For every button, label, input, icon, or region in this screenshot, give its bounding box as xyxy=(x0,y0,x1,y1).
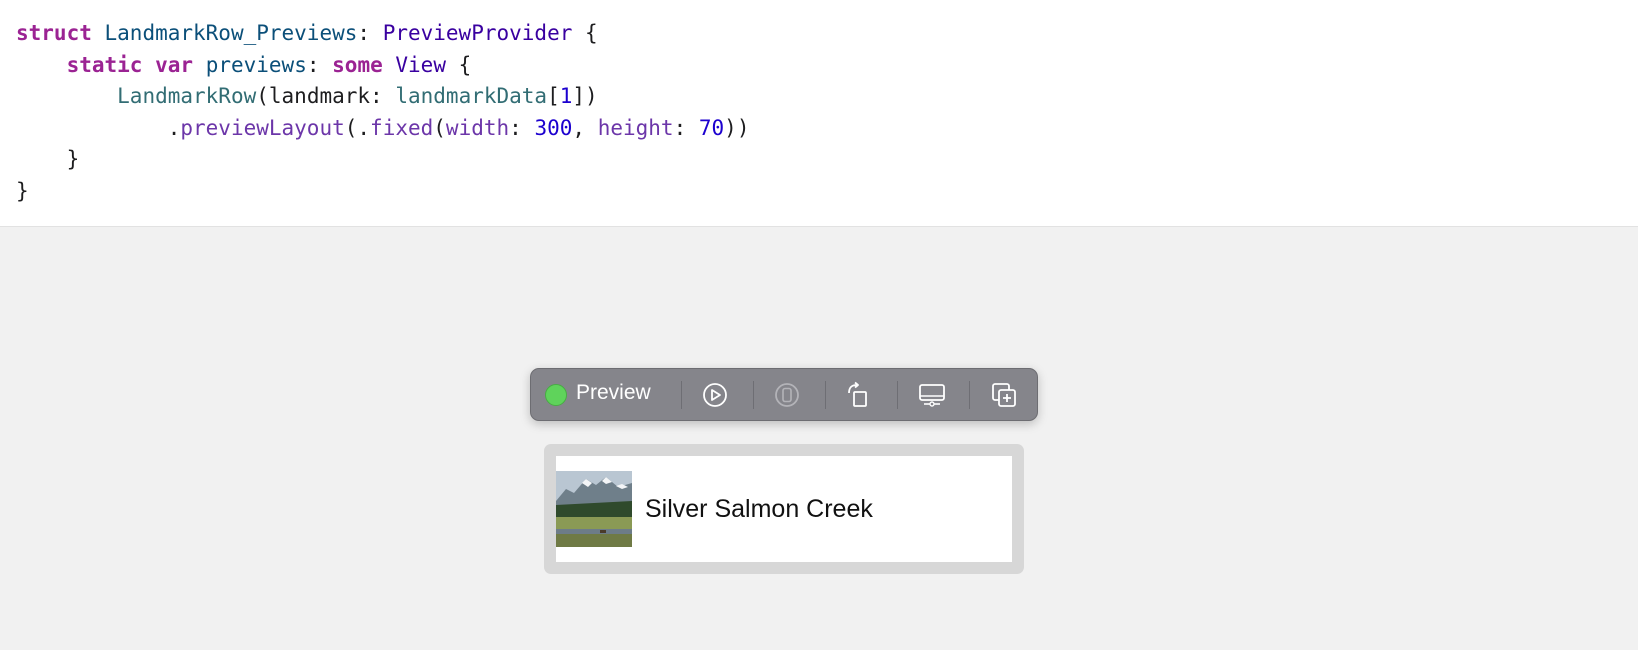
type-view: View xyxy=(395,52,446,77)
toolbar-divider xyxy=(753,381,754,409)
fixed-member: fixed xyxy=(370,115,434,140)
type-name: LandmarkRow_Previews xyxy=(104,21,358,45)
code-line-2: static var previews: some View { xyxy=(16,52,472,77)
code-line-6: } xyxy=(16,179,29,203)
colon: : xyxy=(370,84,383,108)
open-paren: ( xyxy=(256,84,269,108)
comma: , xyxy=(572,115,586,140)
live-preview-button[interactable] xyxy=(699,380,731,410)
landmark-name: Silver Salmon Creek xyxy=(645,495,873,523)
width-label: width xyxy=(445,115,510,140)
index-number: 1 xyxy=(559,84,573,108)
open-paren-dot: (. xyxy=(344,115,371,140)
keyword-struct: struct xyxy=(16,21,92,45)
preview-on-device-button[interactable] xyxy=(771,380,803,410)
code-line-1: struct LandmarkRow_Previews: PreviewProv… xyxy=(16,21,598,45)
protocol-name: PreviewProvider xyxy=(382,21,573,45)
modifier-name: previewLayout xyxy=(180,115,345,140)
call-name: LandmarkRow xyxy=(117,84,257,108)
status-indicator xyxy=(545,384,567,406)
preview-canvas xyxy=(0,227,1638,650)
close-parens: )) xyxy=(724,115,750,140)
colon: : xyxy=(357,21,371,45)
source-code[interactable]: struct LandmarkRow_Previews: PreviewProv… xyxy=(16,18,749,207)
device-icon xyxy=(775,383,799,407)
code-line-3: LandmarkRow(landmark: landmarkData[1]) xyxy=(16,84,598,108)
keyword-var: var xyxy=(155,52,194,77)
toolbar-divider xyxy=(825,381,826,409)
data-identifier: landmarkData xyxy=(395,84,548,108)
duplicate-preview-button[interactable] xyxy=(988,380,1020,410)
keyword-static: static xyxy=(66,52,143,77)
height-value: 70 xyxy=(698,115,725,140)
code-line-5: } xyxy=(16,147,80,171)
toolbar-divider xyxy=(969,381,970,409)
landmark-row[interactable]: Silver Salmon Creek xyxy=(556,456,1012,562)
colon: : xyxy=(509,115,522,140)
close-brace: } xyxy=(16,178,29,203)
height-label: height xyxy=(597,115,674,140)
open-brace: { xyxy=(585,21,598,45)
colon: : xyxy=(673,115,687,140)
display-settings-icon xyxy=(919,384,945,407)
landmark-thumbnail xyxy=(556,471,632,547)
open-brace: { xyxy=(458,52,472,77)
preview-frame[interactable]: Silver Salmon Creek xyxy=(544,444,1024,574)
duplicate-preview-icon xyxy=(992,383,1016,407)
rotate-device-icon xyxy=(848,381,867,407)
preview-title: Preview xyxy=(576,381,651,404)
close-bracket-paren: ]) xyxy=(572,84,598,108)
open-paren: ( xyxy=(433,115,446,140)
keyword-some: some xyxy=(332,52,383,77)
play-circle-icon xyxy=(703,383,727,407)
close-brace: } xyxy=(66,147,80,171)
rotate-button[interactable] xyxy=(842,380,874,410)
colon: : xyxy=(306,52,320,77)
toolbar-divider xyxy=(681,381,682,409)
code-line-4: .previewLayout(.fixed(width: 300, height… xyxy=(16,115,750,140)
toolbar-divider xyxy=(897,381,898,409)
code-editor[interactable]: struct LandmarkRow_Previews: PreviewProv… xyxy=(0,0,1638,227)
preview-settings-button[interactable] xyxy=(916,380,948,410)
width-value: 300 xyxy=(534,115,573,140)
preview-toolbar: Preview xyxy=(530,368,1038,421)
dot: . xyxy=(167,115,181,140)
argument-label: landmark xyxy=(268,84,371,108)
left-bracket: [ xyxy=(547,84,560,108)
property-name: previews xyxy=(205,52,307,77)
